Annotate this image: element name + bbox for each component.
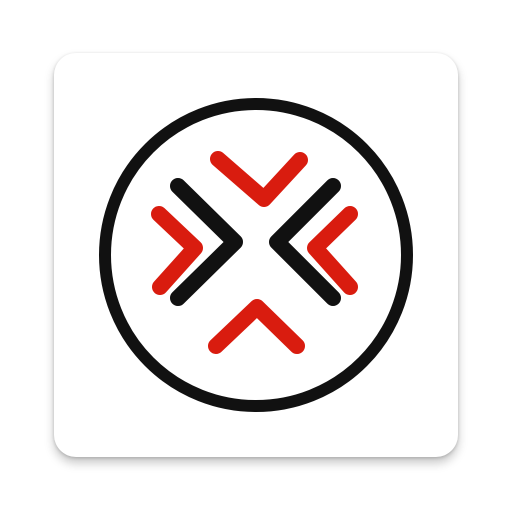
crosshair-arrows-logo-icon xyxy=(99,98,413,412)
app-icon-tile[interactable] xyxy=(54,53,458,457)
logo-ring xyxy=(99,98,413,412)
red-chevron-top xyxy=(210,151,308,207)
launcher-canvas xyxy=(0,0,512,512)
red-chevron-bottom xyxy=(208,299,305,354)
